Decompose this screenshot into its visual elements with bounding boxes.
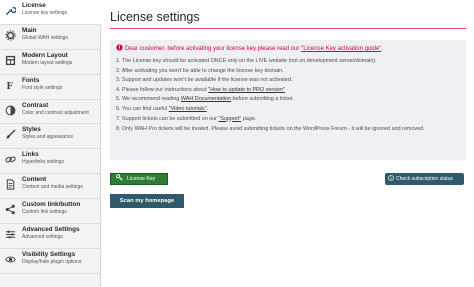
scan-homepage-button[interactable]: Scan my homepage	[110, 194, 184, 208]
share-icon	[5, 204, 16, 215]
page-title: License settings	[110, 10, 200, 24]
sidebar-item-content[interactable]: Content Content and media settings	[0, 174, 100, 200]
eye-icon	[5, 254, 16, 265]
info-icon	[388, 174, 394, 181]
sidebar-item-subtitle: Color and contrast adjustment	[22, 109, 89, 116]
sidebar-item-title: Links	[22, 151, 39, 159]
activation-guide-link[interactable]: "License Key activation guide"	[301, 46, 381, 52]
list-item: 2. After activating you won't be able to…	[116, 67, 284, 74]
sliders-icon	[5, 229, 16, 240]
sidebar-item-title: Contrast	[22, 101, 49, 109]
notice-heading-end: .	[381, 46, 384, 52]
update-pro-link[interactable]: "How to update to PRO version"	[208, 87, 285, 93]
check-subscription-button[interactable]: Check subscription status	[385, 173, 464, 185]
notice-heading: Dear customer, before activating your li…	[116, 44, 460, 54]
notice-list: 1. The License key should be activated O…	[116, 57, 460, 133]
brush-icon	[5, 129, 16, 140]
list-item: 4. Please follow our instructions about …	[116, 86, 460, 96]
list-item-text: before submitting a ticket.	[231, 96, 294, 103]
layout-icon	[5, 55, 16, 66]
list-item: 7. Support tickets can be submitted on o…	[116, 115, 460, 125]
list-item: 5. We recommend reading WAH Documentatio…	[116, 95, 460, 105]
license-key-label: License Key	[127, 176, 156, 182]
document-icon	[5, 179, 16, 190]
list-item: 6. You can find useful "Video tutorials"…	[116, 105, 460, 115]
sidebar-item-title: Fonts	[22, 76, 40, 84]
sidebar-item-subtitle: Hyperlinks settings	[22, 159, 64, 166]
sidebar-item-title: Custom link/button	[22, 201, 81, 209]
license-key-button[interactable]: License Key	[110, 173, 168, 185]
list-item-text: 4. Please follow our instructions about	[116, 86, 209, 93]
sidebar-item-subtitle: Styles and appearance	[22, 134, 74, 141]
sidebar-item-subtitle: Display/hide plugin options	[22, 258, 82, 265]
gear-icon	[5, 30, 16, 41]
svg-text:F: F	[6, 81, 13, 91]
sidebar-item-subtitle: Advanced settings	[22, 234, 63, 241]
sidebar-item-title: Content	[22, 176, 47, 184]
sidebar-item-subtitle: Content and media settings	[22, 184, 83, 191]
list-item: 1. The License key should be activated O…	[116, 58, 377, 64]
license-settings-panel: License settings Dear customer, before a…	[110, 0, 466, 208]
list-item-text: 6. You can find useful	[116, 105, 169, 112]
sidebar-item-title: Advanced Settings	[22, 226, 80, 234]
documentation-link[interactable]: WAH Documentation	[181, 96, 231, 102]
video-tutorials-link[interactable]: "Video tutorials"	[169, 106, 207, 112]
list-item: 3. Support and updates won't be availabl…	[116, 77, 293, 84]
sidebar-item-subtitle: License key settings	[22, 10, 68, 16]
list-item-text: 5. We recommend reading	[116, 96, 181, 103]
key-icon	[116, 174, 123, 181]
sidebar-item-title: License	[22, 2, 46, 9]
sidebar-item-custom-link[interactable]: Custom link/button Custom link settings	[0, 199, 100, 225]
sidebar-item-title: Main	[22, 26, 37, 34]
title-divider	[110, 28, 466, 29]
list-item-text: 7. Support tickets can be submitted on o…	[116, 115, 219, 122]
sidebar-item-title: Styles	[22, 126, 41, 134]
sidebar-item-subtitle: Modern layout settings	[22, 59, 73, 66]
sidebar-item-title: Modern Layout	[22, 51, 68, 59]
notice-heading-text: Dear customer, before activating your li…	[125, 46, 302, 52]
sidebar-item-contrast[interactable]: Contrast Color and contrast adjustment	[0, 100, 100, 125]
sidebar-item-modern-layout[interactable]: Modern Layout Modern layout settings	[0, 50, 100, 75]
contrast-icon	[5, 105, 16, 116]
sidebar-item-subtitle: Custom link settings	[22, 209, 67, 216]
list-item-text: .	[206, 105, 209, 112]
sidebar-item-styles[interactable]: Styles Styles and appearance	[0, 124, 100, 150]
link-icon	[5, 154, 16, 165]
sidebar-item-title: Visibility Settings	[22, 250, 76, 258]
font-icon: F	[5, 80, 16, 91]
settings-sidebar: License License key settings Main Global…	[0, 0, 101, 287]
warning-icon	[116, 44, 123, 51]
license-notice-box: Dear customer, before activating your li…	[110, 40, 466, 160]
sidebar-item-advanced-settings[interactable]: Advanced Settings Advanced settings	[0, 224, 100, 249]
sidebar-item-fonts[interactable]: F Fonts Font style settings	[0, 75, 100, 100]
sidebar-item-subtitle: Font style settings	[22, 84, 63, 91]
sidebar-item-visibility-settings[interactable]: Visibility Settings Display/hide plugin …	[0, 249, 100, 274]
list-item-text: page.	[241, 115, 257, 122]
sidebar-item-subtitle: Global WAH settings	[22, 34, 68, 41]
check-subscription-label: Check subscription status	[396, 176, 453, 182]
sidebar-item-license[interactable]: License License key settings	[0, 0, 101, 25]
support-link[interactable]: "Support"	[218, 116, 241, 122]
list-item: 8. Only WAH Pro tickets will be treated.…	[116, 126, 425, 133]
wrench-icon	[5, 5, 16, 16]
sidebar-item-main[interactable]: Main Global WAH settings	[0, 25, 100, 50]
sidebar-item-links[interactable]: Links Hyperlinks settings	[0, 149, 100, 175]
